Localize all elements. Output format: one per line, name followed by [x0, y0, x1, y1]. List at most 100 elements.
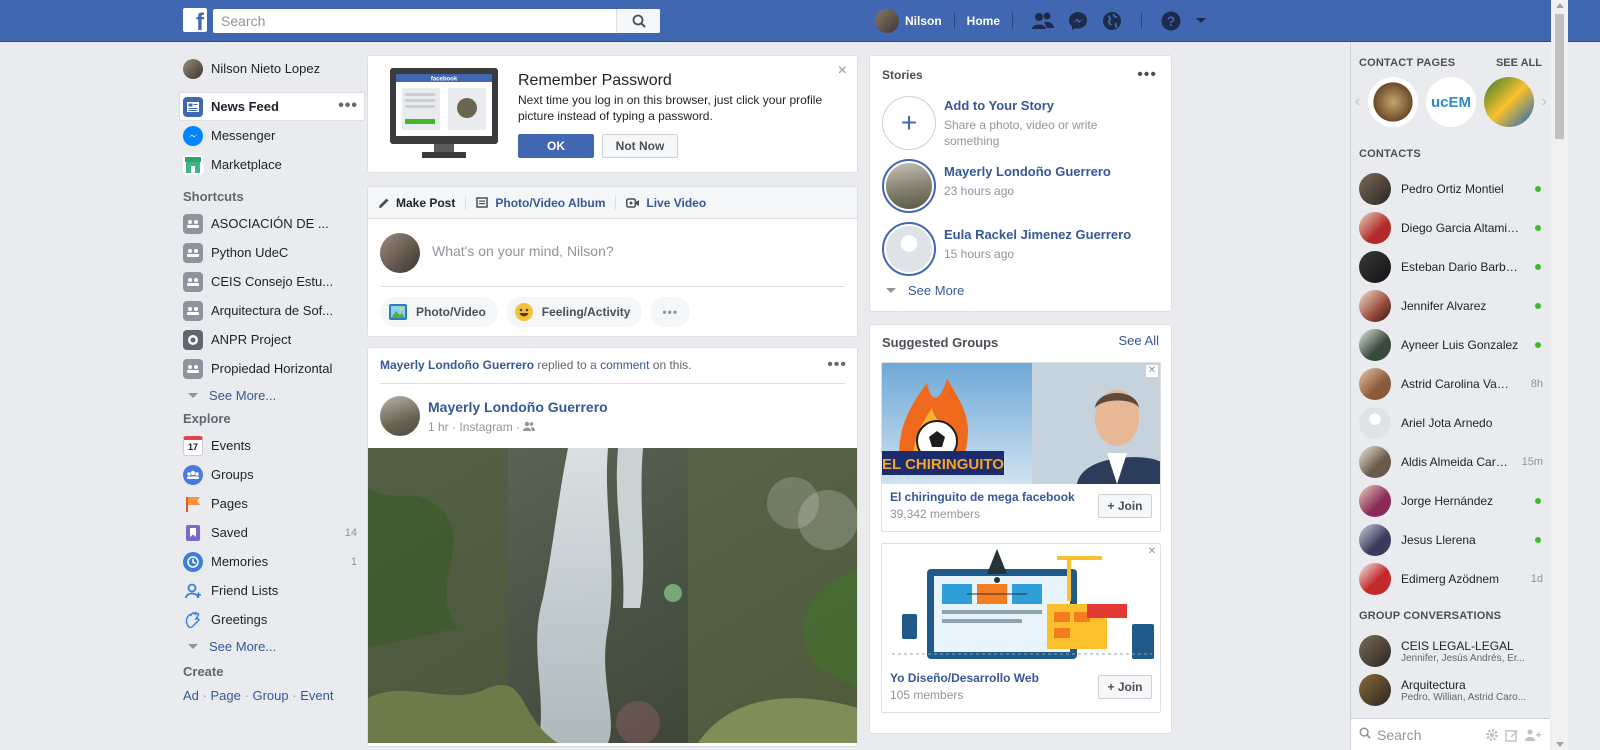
- dismiss-icon[interactable]: ✕: [1146, 546, 1158, 558]
- contact-item[interactable]: Jesus Llerena: [1359, 522, 1543, 558]
- shortcut-item[interactable]: Arquitectura de Sof...: [180, 296, 365, 325]
- stories-options-icon[interactable]: •••: [1137, 66, 1157, 84]
- see-all-link[interactable]: SEE ALL: [1496, 57, 1542, 69]
- page-scrollbar[interactable]: [1551, 0, 1568, 750]
- shortcut-item[interactable]: Propiedad Horizontal: [180, 354, 365, 383]
- post-image[interactable]: [368, 448, 857, 743]
- group-cover-image[interactable]: ✕: [882, 544, 1160, 665]
- comment-link[interactable]: comment: [600, 358, 649, 372]
- join-group-button[interactable]: + Join: [1098, 494, 1152, 518]
- contact-page-2[interactable]: ucEM: [1425, 77, 1476, 127]
- feeling-activity-button[interactable]: Feeling/Activity: [505, 297, 643, 327]
- tab-live-video[interactable]: Live Video: [626, 196, 706, 210]
- ok-button[interactable]: OK: [518, 134, 594, 158]
- contact-item[interactable]: Aldis Almeida Carrascal 15m: [1359, 444, 1543, 480]
- gear-icon[interactable]: [1485, 728, 1499, 742]
- contact-item[interactable]: Edimerg Azödnem 1d: [1359, 561, 1543, 597]
- sidebar-item-memories[interactable]: Memories 1: [180, 547, 365, 576]
- create-group-icon[interactable]: [1525, 728, 1541, 742]
- story-item[interactable]: Mayerly Londoño Guerrero 23 hours ago: [882, 159, 1114, 213]
- contact-item[interactable]: Pedro Ortiz Montiel: [1359, 171, 1543, 207]
- see-all-link[interactable]: See All: [1119, 333, 1159, 348]
- chat-search-input[interactable]: [1377, 726, 1473, 743]
- profile-link[interactable]: Nilson: [905, 14, 942, 28]
- sidebar-item-groups[interactable]: Groups: [180, 460, 365, 489]
- messenger-icon[interactable]: [1067, 10, 1089, 32]
- scroll-up-icon[interactable]: [1556, 3, 1564, 8]
- scroll-down-icon[interactable]: [1556, 742, 1564, 747]
- contact-item[interactable]: Ariel Jota Arnedo: [1359, 405, 1543, 441]
- sidebar-item-friend-lists[interactable]: Friend Lists: [180, 576, 365, 605]
- more-options-icon[interactable]: •••: [338, 97, 358, 115]
- last-active-time: 8h: [1530, 378, 1543, 390]
- story-title: Add to Your Story: [944, 98, 1055, 113]
- scrollbar-thumb[interactable]: [1555, 14, 1564, 139]
- chevron-down-icon[interactable]: [1194, 16, 1208, 26]
- avatar[interactable]: [380, 396, 420, 436]
- sidebar-item-saved[interactable]: Saved 14: [180, 518, 365, 547]
- group-icon: [183, 358, 203, 379]
- add-to-story[interactable]: + Add to Your Story Share a photo, video…: [882, 96, 1114, 150]
- shortcut-item[interactable]: ANPR Project: [180, 325, 365, 354]
- group-conversation-item[interactable]: Arquitectura Pedro, Willian, Astrid Caro…: [1359, 672, 1543, 708]
- section-heading-shortcuts: Shortcuts: [183, 189, 244, 204]
- friend-requests-icon[interactable]: [1031, 11, 1055, 31]
- avatar[interactable]: [875, 9, 899, 33]
- create-page-link[interactable]: Page: [211, 688, 241, 703]
- shortcut-item[interactable]: ASOCIACIÓN DE ...: [180, 209, 365, 238]
- group-name[interactable]: Yo Diseño/Desarrollo Web: [890, 671, 1039, 685]
- explore-see-more-link[interactable]: See More...: [180, 634, 365, 658]
- activity-actor-link[interactable]: Mayerly Londoño Guerrero: [380, 358, 534, 372]
- dismiss-icon[interactable]: ✕: [1146, 365, 1158, 377]
- shortcut-item[interactable]: CEIS Consejo Estu...: [180, 267, 365, 296]
- globe-notifications-icon[interactable]: [1101, 10, 1123, 32]
- chevron-left-icon[interactable]: ‹: [1355, 93, 1360, 111]
- close-icon[interactable]: ×: [838, 62, 847, 80]
- contact-item[interactable]: Jorge Hernández: [1359, 483, 1543, 519]
- create-group-link[interactable]: Group: [252, 688, 288, 703]
- create-ad-link[interactable]: Ad: [183, 688, 199, 703]
- post-author-name[interactable]: Mayerly Londoño Guerrero: [428, 399, 608, 415]
- sidebar-item-events[interactable]: 17 Events: [180, 431, 365, 460]
- sidebar-item-pages[interactable]: Pages: [180, 489, 365, 518]
- audience-friends-icon[interactable]: [523, 420, 536, 434]
- contact-page-1[interactable]: [1368, 77, 1419, 127]
- group-conversation-item[interactable]: CEIS LEGAL-LEGAL Jennifer, Jesús Andrés,…: [1359, 633, 1543, 669]
- group-cover-image[interactable]: EL CHIRINGUITO ✕: [882, 363, 1160, 484]
- facebook-logo-icon[interactable]: f: [183, 8, 207, 35]
- sidebar-item-news-feed[interactable]: News Feed •••: [179, 92, 365, 121]
- group-name[interactable]: El chiringuito de mega facebook: [890, 490, 1075, 504]
- status-input[interactable]: What's on your mind, Nilson?: [432, 243, 614, 259]
- contact-item[interactable]: Astrid Carolina Vanegas 8h: [1359, 366, 1543, 402]
- photo-video-button[interactable]: Photo/Video: [380, 297, 498, 327]
- sidebar-item-greetings[interactable]: Greetings: [180, 605, 365, 634]
- post-options-icon[interactable]: •••: [827, 356, 847, 374]
- contact-item[interactable]: Jennifer Alvarez: [1359, 288, 1543, 324]
- online-status-icon: [1535, 342, 1541, 348]
- not-now-button[interactable]: Not Now: [602, 134, 678, 158]
- story-item[interactable]: Eula Rackel Jimenez Guerrero 15 hours ag…: [882, 222, 1131, 276]
- stories-see-more-link[interactable]: See More: [886, 283, 964, 298]
- contact-item[interactable]: Diego Garcia Altamiranda: [1359, 210, 1543, 246]
- card-title: Remember Password: [518, 72, 672, 89]
- create-event-link[interactable]: Event: [300, 688, 333, 703]
- contact-page-3[interactable]: [1483, 77, 1534, 127]
- search-input[interactable]: [213, 9, 616, 33]
- more-options-button[interactable]: •••: [650, 297, 691, 327]
- profile-link[interactable]: Nilson Nieto Lopez: [180, 54, 365, 83]
- post-time[interactable]: 1 hr: [428, 420, 449, 434]
- sidebar-item-marketplace[interactable]: Marketplace: [180, 150, 365, 179]
- home-link[interactable]: Home: [967, 14, 1000, 28]
- tab-photo-video-album[interactable]: Photo/Video Album: [476, 196, 605, 210]
- search-button[interactable]: [616, 9, 660, 33]
- new-message-icon[interactable]: [1505, 728, 1519, 742]
- join-group-button[interactable]: + Join: [1098, 675, 1152, 699]
- contact-item[interactable]: Ayneer Luis Gonzalez: [1359, 327, 1543, 363]
- help-icon[interactable]: ?: [1160, 10, 1182, 32]
- tab-make-post[interactable]: Make Post: [378, 196, 455, 210]
- shortcuts-see-more-link[interactable]: See More...: [180, 383, 365, 407]
- sidebar-item-messenger[interactable]: Messenger: [180, 121, 365, 150]
- chevron-right-icon[interactable]: ›: [1542, 93, 1547, 111]
- contact-item[interactable]: Esteban Dario Barboza: [1359, 249, 1543, 285]
- shortcut-item[interactable]: Python UdeC: [180, 238, 365, 267]
